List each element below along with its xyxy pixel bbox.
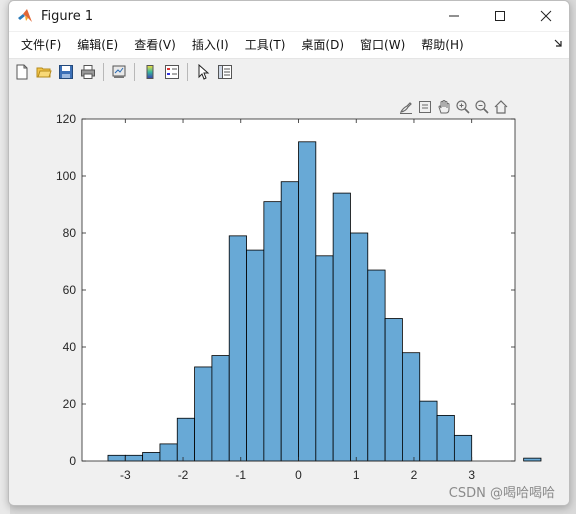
histogram-plot: -3 -2 -1 0 1 2 3 0 20 40 60 80 100 120 xyxy=(56,112,542,482)
histogram-bar xyxy=(194,366,213,462)
close-icon xyxy=(540,10,552,22)
histogram-bar xyxy=(350,232,369,462)
link-button[interactable] xyxy=(109,62,129,82)
x-tick-label: 1 xyxy=(353,468,360,482)
window-title: Figure 1 xyxy=(41,8,94,24)
histogram-bar xyxy=(419,400,438,462)
histogram-bar xyxy=(159,443,178,462)
histogram-bar xyxy=(124,454,144,462)
colorbar-button[interactable] xyxy=(140,62,160,82)
histogram-bar xyxy=(107,454,126,462)
menu-edit[interactable]: 编辑(E) xyxy=(69,32,126,58)
histogram-bar xyxy=(367,269,386,462)
new-figure-icon xyxy=(16,64,28,80)
histogram-bar xyxy=(402,352,421,462)
histogram-bar xyxy=(436,414,455,462)
minimize-button[interactable] xyxy=(431,1,477,31)
x-tick-label: -3 xyxy=(120,468,131,482)
histogram-bar xyxy=(280,181,299,462)
y-tick-label: 0 xyxy=(69,454,76,468)
menu-window[interactable]: 窗口(W) xyxy=(352,32,413,58)
pointer-icon xyxy=(198,64,210,80)
histogram-bar xyxy=(211,355,230,462)
matlab-logo-icon xyxy=(18,9,32,22)
property-inspector-icon xyxy=(218,65,232,79)
x-tick-label: -1 xyxy=(235,468,246,482)
close-button[interactable] xyxy=(523,1,569,31)
toolbar-separator xyxy=(134,63,135,81)
histogram-bar xyxy=(263,201,282,462)
menu-bar: 文件(F) 编辑(E) 查看(V) 插入(I) 工具(T) 桌面(D) 窗口(W… xyxy=(9,32,569,59)
y-tick-label: 60 xyxy=(63,283,77,297)
histogram-bar xyxy=(228,235,247,462)
menu-file[interactable]: 文件(F) xyxy=(13,32,69,58)
maximize-button[interactable] xyxy=(477,1,523,31)
legend-icon xyxy=(165,65,179,79)
pointer-button[interactable] xyxy=(193,62,213,82)
histogram-bar xyxy=(523,457,542,462)
maximize-icon xyxy=(495,11,505,21)
y-tick-label: 80 xyxy=(63,226,77,240)
figure-window: Figure 1 文件(F) 编辑(E) 查看(V) 插入(I) 工具(T) 桌… xyxy=(8,0,570,506)
histogram-bar xyxy=(332,192,351,462)
y-tick-label: 20 xyxy=(63,397,77,411)
save-icon xyxy=(59,65,73,79)
histogram-bar xyxy=(176,417,195,462)
menu-desktop[interactable]: 桌面(D) xyxy=(293,32,352,58)
histogram-bar xyxy=(453,434,473,462)
property-inspector-button[interactable] xyxy=(215,62,235,82)
window-controls xyxy=(431,1,569,31)
save-button[interactable] xyxy=(56,62,76,82)
histogram-bar xyxy=(298,141,317,462)
toolbar-separator xyxy=(103,63,104,81)
figure-canvas: -3 -2 -1 0 1 2 3 0 20 40 60 80 100 120 CSDN @喝哈喝哈 xyxy=(9,85,569,505)
watermark: CSDN @喝哈喝哈 xyxy=(448,486,555,501)
x-tick-label: 0 xyxy=(295,468,302,482)
y-tick-label: 40 xyxy=(63,340,77,354)
menu-help[interactable]: 帮助(H) xyxy=(413,32,471,58)
print-icon xyxy=(81,65,95,79)
menu-tools[interactable]: 工具(T) xyxy=(237,32,294,58)
x-tick-label: 2 xyxy=(411,468,418,482)
menu-insert[interactable]: 插入(I) xyxy=(184,32,237,58)
print-button[interactable] xyxy=(78,62,98,82)
histogram-bar xyxy=(142,452,161,462)
figure-toolbar xyxy=(9,59,569,86)
histogram-bar xyxy=(246,249,265,462)
legend-button[interactable] xyxy=(162,62,182,82)
histogram-bar xyxy=(384,318,403,462)
y-tick-label: 100 xyxy=(56,169,76,183)
dock-arrow-icon[interactable] xyxy=(553,38,563,48)
menu-view[interactable]: 查看(V) xyxy=(126,32,184,58)
x-tick-label: -2 xyxy=(178,468,189,482)
toolbar-separator xyxy=(187,63,188,81)
colorbar-icon xyxy=(146,65,154,79)
minimize-icon xyxy=(449,15,459,17)
open-button[interactable] xyxy=(34,62,54,82)
open-icon xyxy=(36,67,52,78)
x-tick-label: 3 xyxy=(468,468,475,482)
y-tick-label: 120 xyxy=(56,112,76,126)
new-figure-button[interactable] xyxy=(12,62,32,82)
link-icon xyxy=(112,65,126,78)
histogram-bar xyxy=(315,255,334,462)
title-bar: Figure 1 xyxy=(9,1,569,32)
